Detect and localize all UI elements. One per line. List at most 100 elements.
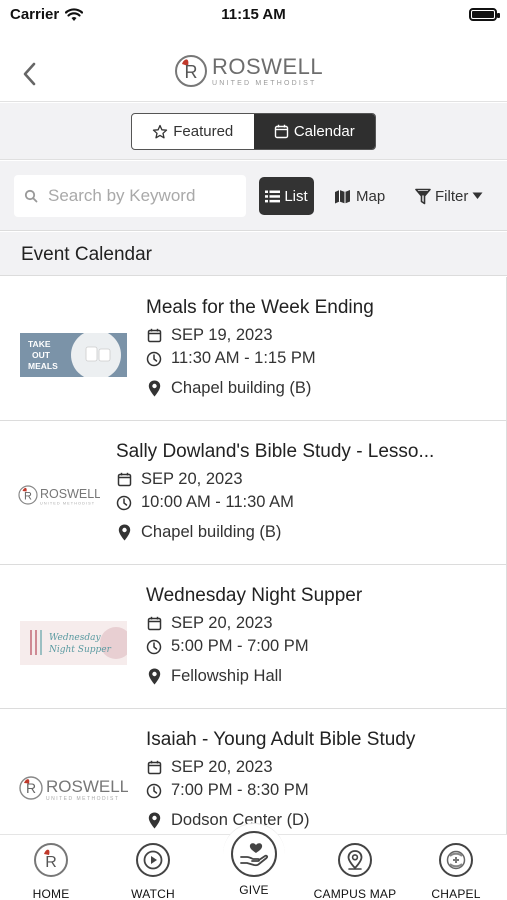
section-title: Event Calendar	[21, 244, 152, 265]
battery-icon	[469, 8, 500, 21]
tab-watch[interactable]: WATCH	[103, 843, 203, 900]
search-icon	[24, 189, 38, 203]
event-time: 11:30 AM - 1:15 PM	[171, 349, 316, 367]
svg-text:R: R	[185, 62, 198, 82]
list-icon	[265, 190, 281, 202]
event-date-row: SEP 20, 2023	[146, 758, 415, 777]
tab-home[interactable]: R HOME	[1, 843, 101, 900]
event-time: 7:00 PM - 8:30 PM	[171, 781, 309, 799]
filter-label: Filter	[435, 187, 469, 205]
event-item[interactable]: R ROSWELL UNITED METHODIST Isaiah - Youn…	[0, 709, 506, 834]
event-location: Chapel building (B)	[141, 523, 282, 541]
event-time-row: 11:30 AM - 1:15 PM	[146, 349, 374, 368]
event-item[interactable]: Wednesday Night Supper Wednesday Night S…	[0, 565, 506, 709]
svg-text:ROSWELL: ROSWELL	[40, 487, 100, 501]
featured-tab-label: Featured	[173, 123, 234, 140]
svg-text:R: R	[45, 854, 57, 871]
event-list: TAKE OUT MEALS Meals for the Week Ending…	[0, 277, 507, 834]
event-date: SEP 20, 2023	[141, 470, 243, 488]
event-date-row: SEP 20, 2023	[146, 614, 362, 633]
calendar-icon	[147, 616, 161, 631]
search-input[interactable]	[48, 186, 228, 206]
svg-text:ROSWELL: ROSWELL	[46, 777, 128, 796]
event-time-row: 5:00 PM - 7:00 PM	[146, 637, 362, 656]
tab-give-label: GIVE	[239, 883, 269, 897]
star-icon	[153, 124, 168, 138]
section-header: Event Calendar	[0, 232, 507, 276]
calendar-tab-label: Calendar	[293, 123, 355, 140]
svg-text:TAKE: TAKE	[28, 339, 51, 349]
status-bar: Carrier 11:15 AM	[0, 0, 507, 30]
svg-text:UNITED METHODIST: UNITED METHODIST	[40, 502, 95, 506]
tab-chapel[interactable]: CHAPEL	[406, 843, 506, 900]
event-location-row: Chapel building (B)	[146, 379, 374, 398]
featured-calendar-toggle: Featured Calendar	[131, 113, 376, 150]
chapel-icon	[439, 843, 473, 877]
search-box[interactable]	[14, 175, 246, 217]
location-pin-icon	[148, 812, 160, 829]
logo-wordmark: ROSWELL	[212, 53, 324, 79]
event-title: Meals for the Week Ending	[146, 297, 374, 318]
event-time: 10:00 AM - 11:30 AM	[141, 493, 294, 511]
event-thumbnail-take-out-meals: TAKE OUT MEALS	[20, 330, 127, 380]
tab-campus-map[interactable]: CAMPUS MAP	[305, 843, 405, 900]
svg-text:UNITED METHODIST: UNITED METHODIST	[46, 796, 119, 802]
event-location-row: Dodson Center (D)	[146, 811, 415, 830]
calendar-tab[interactable]: Calendar	[253, 114, 375, 149]
bottom-tab-bar: R HOME WATCH GIVE CAMPUS MAP CHAPEL	[0, 823, 507, 900]
map-view-button[interactable]: Map	[334, 177, 385, 215]
calendar-icon	[147, 760, 161, 775]
event-location-row: Fellowship Hall	[146, 667, 362, 686]
svg-text:R: R	[26, 780, 36, 796]
funnel-icon	[415, 188, 431, 204]
event-thumbnail-wednesday-night-supper: Wednesday Night Supper	[20, 621, 132, 665]
clock-icon	[146, 783, 162, 798]
segment-bar: Featured Calendar	[0, 103, 507, 160]
roswell-logo: R ROSWELL UNITED METHODIST	[174, 54, 323, 88]
clock: 11:15 AM	[221, 6, 286, 23]
list-view-button[interactable]: List	[259, 177, 314, 215]
svg-text:OUT: OUT	[32, 350, 51, 360]
event-location: Fellowship Hall	[171, 667, 282, 685]
event-thumbnail-roswell-logo: R ROSWELL UNITED METHODIST	[18, 773, 129, 803]
home-logo-icon: R	[34, 843, 68, 877]
event-date: SEP 20, 2023	[171, 758, 273, 776]
event-title: Isaiah - Young Adult Bible Study	[146, 729, 416, 750]
tab-home-label: HOME	[32, 887, 70, 900]
event-time: 5:00 PM - 7:00 PM	[171, 637, 309, 655]
event-date: SEP 19, 2023	[171, 326, 273, 344]
map-icon	[335, 189, 350, 203]
play-icon	[136, 843, 170, 877]
event-location: Chapel building (B)	[171, 379, 312, 397]
event-date-row: SEP 20, 2023	[116, 470, 434, 489]
svg-text:R: R	[24, 491, 32, 503]
svg-text:MEALS: MEALS	[28, 361, 58, 371]
event-date: SEP 20, 2023	[171, 614, 273, 632]
event-item[interactable]: R ROSWELL UNITED METHODIST Sally Dowland…	[0, 421, 506, 565]
event-thumbnail-roswell-logo: R ROSWELL UNITED METHODIST	[18, 483, 101, 507]
calendar-icon	[147, 328, 161, 343]
clock-icon	[116, 495, 132, 510]
tab-watch-label: WATCH	[131, 887, 175, 900]
location-pin-icon	[148, 380, 160, 397]
heart-hand-icon	[231, 831, 277, 877]
event-item[interactable]: TAKE OUT MEALS Meals for the Week Ending…	[0, 277, 506, 421]
calendar-icon	[274, 124, 289, 139]
event-location-row: Chapel building (B)	[116, 523, 434, 542]
logo-subtitle: UNITED METHODIST	[212, 79, 317, 87]
map-pin-icon	[338, 843, 372, 877]
featured-tab[interactable]: Featured	[132, 114, 254, 149]
event-date-row: SEP 19, 2023	[146, 326, 374, 345]
event-time-row: 10:00 AM - 11:30 AM	[116, 493, 434, 512]
svg-text:Wednesday: Wednesday	[49, 633, 101, 643]
back-button[interactable]	[18, 60, 42, 88]
filter-button[interactable]: Filter	[415, 177, 483, 215]
svg-text:Night Supper: Night Supper	[48, 645, 112, 655]
clock-icon	[146, 639, 162, 654]
tab-give[interactable]: GIVE	[204, 831, 304, 897]
calendar-icon	[117, 472, 131, 487]
map-view-label: Map	[356, 187, 386, 205]
event-title: Wednesday Night Supper	[146, 585, 363, 606]
tab-chapel-label: CHAPEL	[431, 887, 481, 900]
location-pin-icon	[118, 524, 130, 541]
